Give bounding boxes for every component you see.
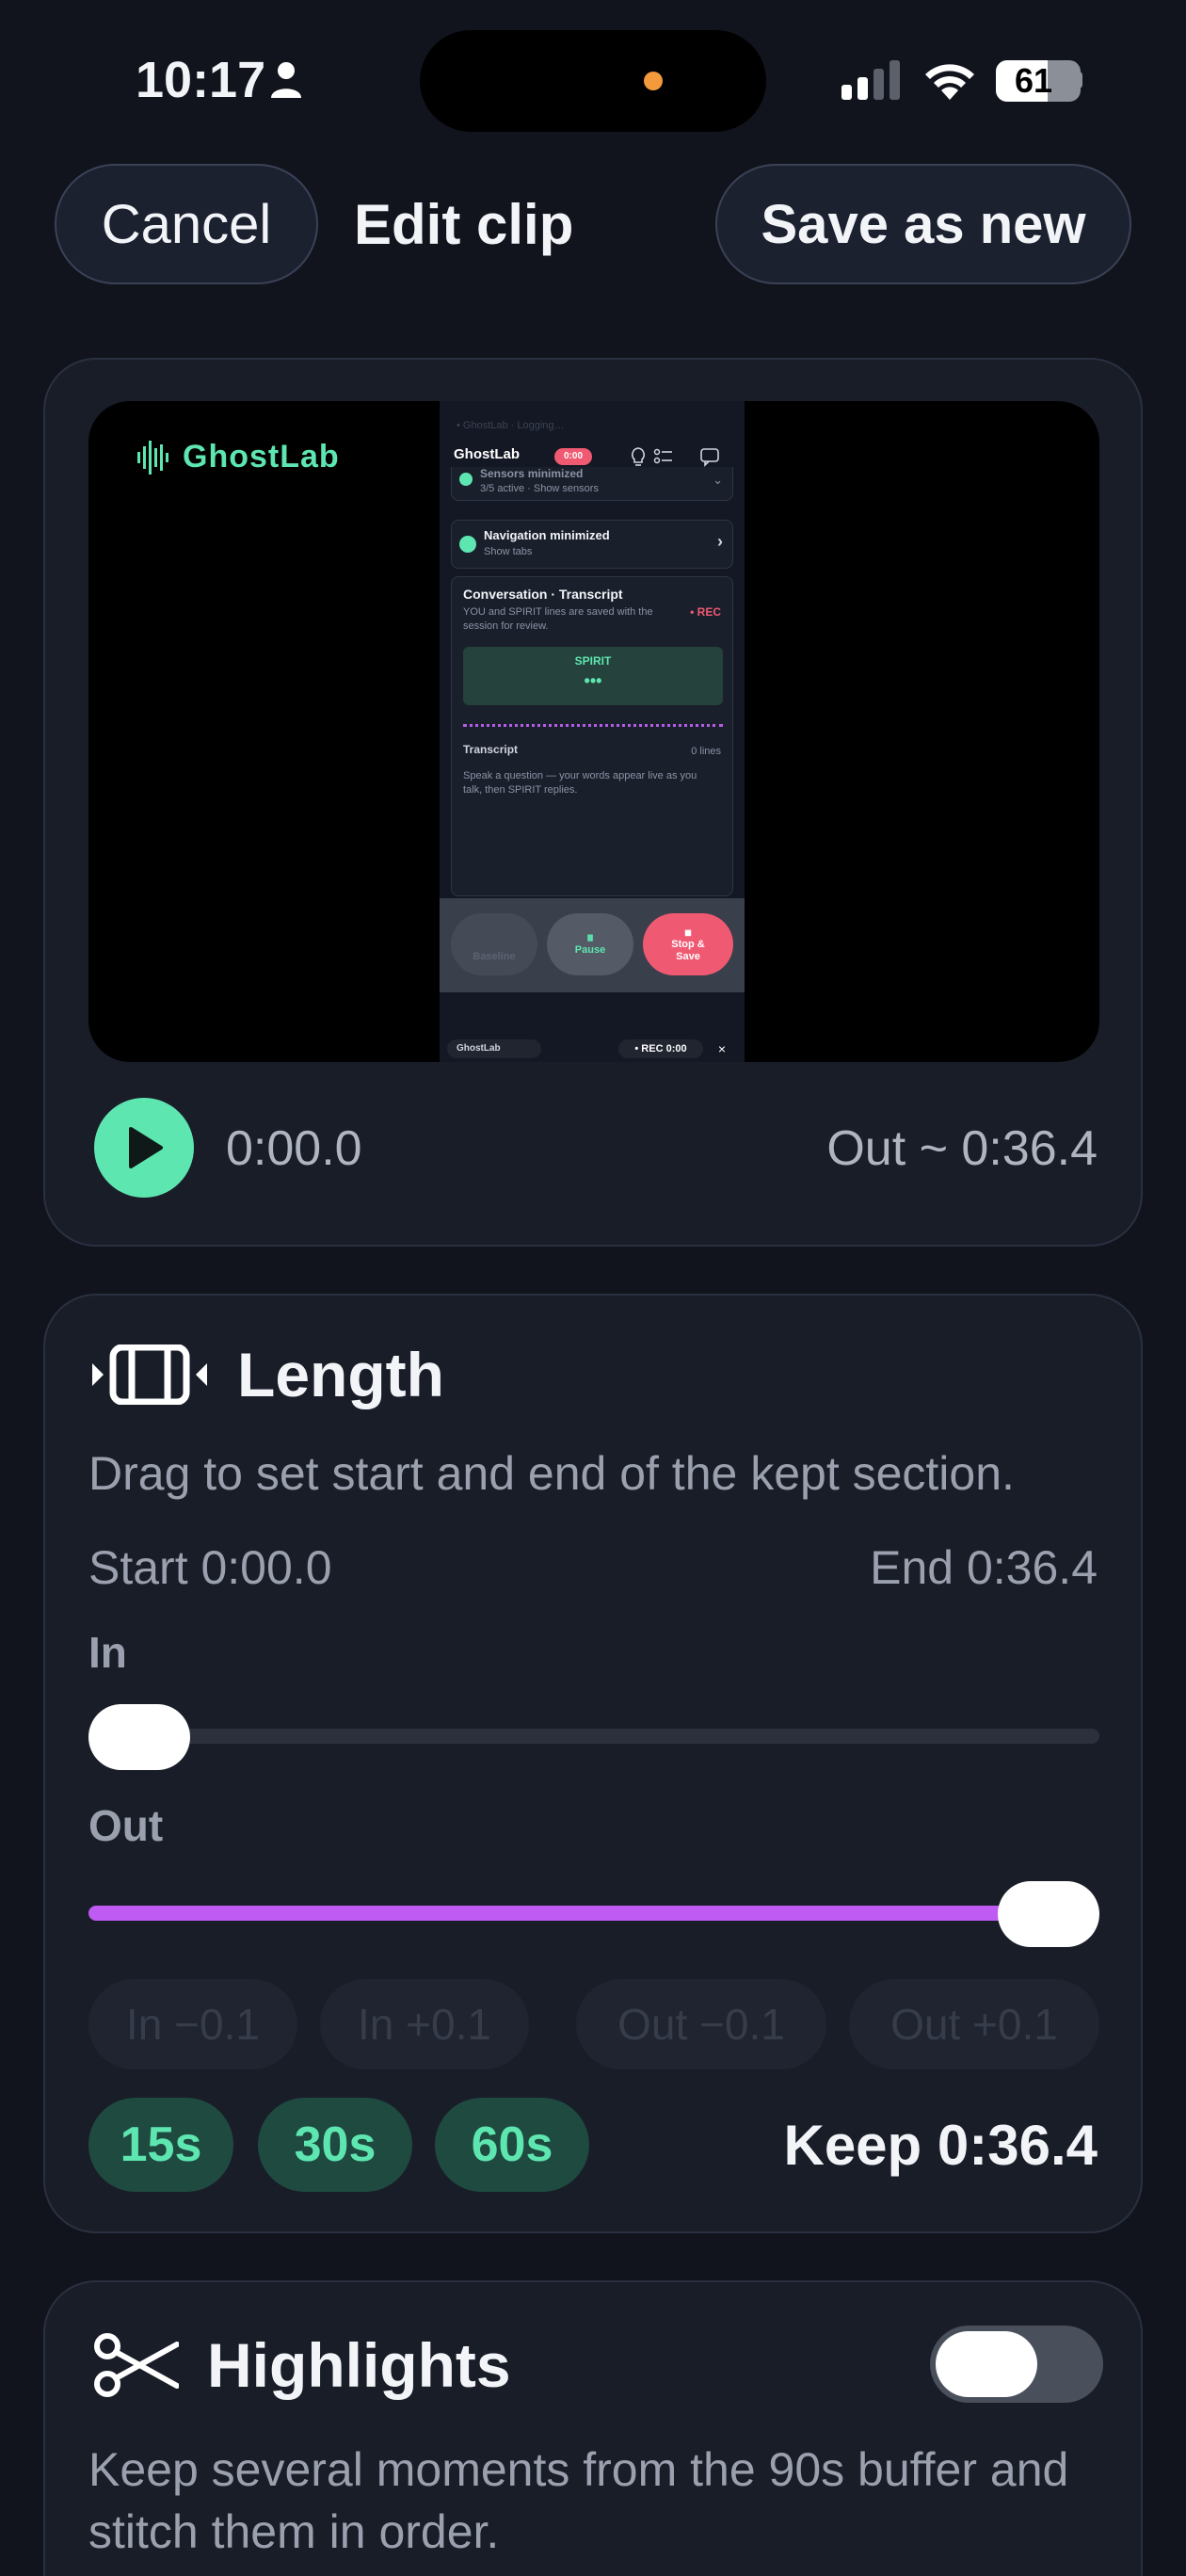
frame-nav-title: Navigation minimized — [484, 528, 610, 542]
frame-pause-button: ⏸ Pause — [547, 913, 633, 975]
person-icon — [271, 62, 301, 98]
in-minus-button[interactable]: In −0.1 — [88, 1979, 297, 2069]
play-button[interactable] — [94, 1098, 194, 1198]
out-slider-thumb[interactable] — [998, 1881, 1099, 1947]
frame-spirit-bubble: SPIRIT ••• — [463, 647, 723, 705]
frame-control-bar: Baseline ⏸ Pause ⏹ Stop & Save — [440, 898, 745, 992]
out-slider-label: Out — [88, 1801, 164, 1850]
in-slider-thumb[interactable] — [88, 1704, 190, 1770]
checklist-icon — [653, 448, 672, 464]
highlights-description: Keep several moments from the 90s buffer… — [88, 2443, 1069, 2558]
battery-percent: 61 — [1014, 61, 1053, 100]
navigation-icon — [459, 536, 476, 553]
chevron-right-icon: › — [717, 532, 723, 551]
frame-stop-save-button: ⏹ Stop & Save — [643, 913, 733, 975]
page-title: Edit clip — [354, 193, 574, 256]
wifi-icon — [925, 64, 974, 100]
frame-timer-badge: 0:00 — [554, 448, 592, 465]
length-description: Drag to set start and end of the kept se… — [88, 1447, 1015, 1500]
in-slider-track[interactable] — [88, 1729, 1099, 1744]
faint-top-text: • GhostLab · Logging… — [457, 420, 565, 431]
playback-position: 0:00.0 — [226, 1121, 362, 1176]
keep-duration: Keep 0:36.4 — [783, 2114, 1098, 2177]
frame-baseline-button: Baseline — [451, 913, 537, 975]
start-time-label: Start 0:00.0 — [88, 1541, 332, 1594]
recorded-screen-frame: • GhostLab · Logging… GhostLab 0:00 Sens… — [440, 401, 745, 1062]
out-point-time: Out ~ 0:36.4 — [826, 1121, 1098, 1176]
brand-name: GhostLab — [183, 439, 340, 475]
length-card — [43, 1294, 1143, 2233]
stop-icon: ⏹ — [684, 924, 692, 940]
watermark-brand: GhostLab — [137, 439, 340, 475]
baseline-label: Baseline — [473, 950, 516, 962]
frame-conversation-panel: Conversation · Transcript YOU and SPIRIT… — [451, 576, 733, 896]
frame-transcript-label: Transcript — [463, 743, 519, 756]
highlights-title: Highlights — [207, 2330, 511, 2400]
frame-lines-count: 0 lines — [691, 746, 721, 757]
frame-mini-close-icon: × — [717, 1041, 727, 1056]
in-plus-button[interactable]: In +0.1 — [320, 1979, 529, 2069]
status-time: 10:17 — [136, 52, 266, 108]
length-title: Length — [237, 1340, 444, 1409]
frame-sensors-title: Sensors minimized — [480, 467, 584, 480]
save-as-new-button[interactable]: Save as new — [715, 164, 1131, 284]
dynamic-island — [420, 30, 766, 132]
frame-mini-rec: • REC 0:00 — [618, 1039, 703, 1058]
trim-icon — [92, 1344, 207, 1405]
preset-15s-button[interactable]: 15s — [88, 2098, 233, 2192]
chat-icon — [700, 448, 719, 467]
preset-30s-button[interactable]: 30s — [258, 2098, 412, 2192]
frame-navigation-row: Navigation minimized Show tabs › — [451, 520, 733, 569]
typing-dots: ••• — [584, 671, 602, 690]
pause-icon: ⏸ — [585, 930, 594, 946]
frame-audio-wave — [463, 724, 723, 727]
frame-sensors-sub: 3/5 active · Show sensors — [480, 483, 599, 494]
cellular-signal-icon — [841, 60, 900, 100]
out-plus-button[interactable]: Out +0.1 — [849, 1979, 1099, 2069]
battery-cap — [1075, 72, 1082, 89]
frame-sensors-row: Sensors minimized 3/5 active · Show sens… — [451, 467, 733, 501]
frame-hint: Speak a question — your words appear liv… — [463, 770, 697, 796]
battery-indicator: 61 — [996, 60, 1081, 102]
out-slider-fill — [88, 1906, 1099, 1921]
waveform-icon — [137, 440, 168, 475]
pause-label: Pause — [574, 944, 606, 956]
cancel-button[interactable]: Cancel — [55, 164, 318, 284]
frame-mini-app: GhostLab — [447, 1039, 541, 1058]
sensor-icon — [459, 473, 473, 486]
scissors-icon — [94, 2333, 179, 2397]
spirit-label: SPIRIT — [574, 654, 612, 668]
out-minus-button[interactable]: Out −0.1 — [576, 1979, 826, 2069]
frame-conv-title: Conversation · Transcript — [463, 587, 623, 602]
frame-conv-desc: YOU and SPIRIT lines are saved with the … — [463, 606, 653, 632]
frame-rec-label: • REC — [690, 605, 721, 619]
play-icon — [129, 1127, 163, 1168]
end-time-label: End 0:36.4 — [870, 1541, 1098, 1594]
lightbulb-icon — [632, 447, 645, 466]
highlights-toggle[interactable] — [930, 2326, 1103, 2403]
frame-app-name: GhostLab — [454, 446, 520, 462]
out-slider-track[interactable] — [88, 1906, 1099, 1921]
preset-60s-button[interactable]: 60s — [435, 2098, 589, 2192]
stop-save-label: Stop & Save — [671, 938, 705, 962]
chevron-down-icon: ⌄ — [713, 473, 723, 487]
toggle-knob — [936, 2331, 1037, 2397]
privacy-indicator-dot — [644, 72, 663, 90]
frame-nav-sub: Show tabs — [484, 546, 533, 557]
in-slider-label: In — [88, 1628, 127, 1677]
